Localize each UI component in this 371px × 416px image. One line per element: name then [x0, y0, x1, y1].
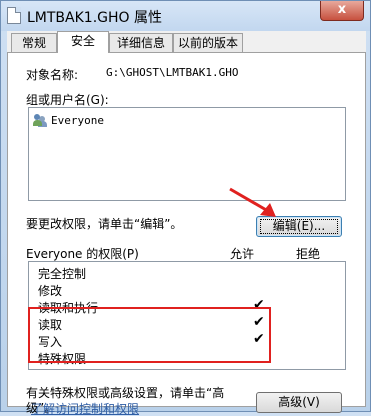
- highlight-box-annotation: [28, 307, 271, 363]
- change-permissions-hint: 要更改权限，请单击“编辑”。: [26, 217, 183, 231]
- file-icon: [7, 7, 21, 24]
- permissions-header: Everyone 的权限(P): [26, 247, 139, 261]
- security-panel: 对象名称: G:\GHOST\LMTBAK1.GHO 组或用户名(G): Eve…: [7, 52, 366, 415]
- object-name-value: G:\GHOST\LMTBAK1.GHO: [106, 66, 239, 79]
- group-name: Everyone: [51, 114, 104, 127]
- tab-previous-versions[interactable]: 以前的版本: [173, 33, 243, 52]
- deny-column-header: 拒绝: [296, 247, 321, 261]
- permission-name: 完全控制: [38, 267, 87, 281]
- list-item[interactable]: Everyone: [33, 114, 333, 128]
- groups-listbox[interactable]: Everyone: [28, 107, 346, 201]
- allow-column-header: 允许: [230, 247, 255, 261]
- tab-strip: 常规 安全 详细信息 以前的版本: [7, 31, 366, 53]
- window-title: LMTBAK1.GHO 属性: [27, 10, 162, 26]
- permission-row: 完全控制: [33, 264, 343, 281]
- users-icon: [33, 114, 47, 127]
- tab-security[interactable]: 安全: [57, 31, 109, 53]
- advanced-button[interactable]: 高级(V): [256, 392, 342, 413]
- permission-name: 修改: [38, 284, 63, 298]
- close-button[interactable]: x: [320, 1, 364, 21]
- tab-details[interactable]: 详细信息: [109, 33, 173, 52]
- red-arrow-annotation: [229, 187, 276, 217]
- dialog-content: 常规 安全 详细信息 以前的版本 对象名称: G:\GHOST\LMTBAK1.…: [7, 31, 366, 415]
- title-bar[interactable]: LMTBAK1.GHO 属性 x: [1, 1, 370, 31]
- groups-label: 组或用户名(G):: [26, 93, 109, 107]
- permission-row: 修改: [33, 281, 343, 298]
- object-name-label: 对象名称:: [26, 68, 79, 82]
- properties-window: LMTBAK1.GHO 属性 x 常规 安全 详细信息 以前的版本 对象名称: …: [0, 0, 371, 415]
- tab-general[interactable]: 常规: [11, 33, 57, 52]
- learn-more-link[interactable]: 了解访问控制和权限: [31, 403, 139, 415]
